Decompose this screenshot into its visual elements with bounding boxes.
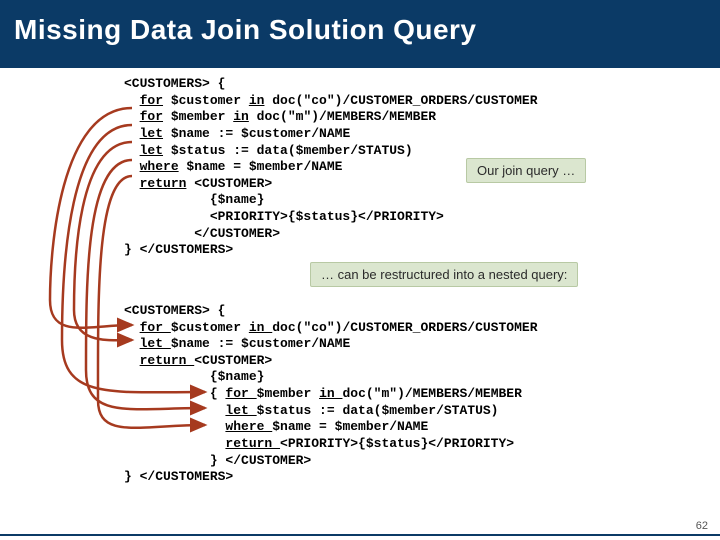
kw-for: for <box>140 109 163 124</box>
kw-let: let <box>140 143 163 158</box>
kw-in: in <box>249 320 272 335</box>
t: $name = $member/NAME <box>179 159 343 174</box>
t: $member <box>257 386 319 401</box>
t: $customer <box>171 320 249 335</box>
t: {$name} <box>124 192 264 207</box>
t: $status := data($member/STATUS) <box>163 143 413 158</box>
kw-in: in <box>319 386 342 401</box>
kw-return: return <box>225 436 280 451</box>
footer-divider <box>0 534 720 536</box>
t: $name := $customer/NAME <box>171 336 350 351</box>
t: $customer <box>163 93 249 108</box>
t: $name = $member/NAME <box>272 419 428 434</box>
t <box>124 126 140 141</box>
kw-for: for <box>140 320 171 335</box>
kw-where: where <box>140 159 179 174</box>
t: <CUSTOMER> <box>194 353 272 368</box>
t: <PRIORITY>{$status}</PRIORITY> <box>280 436 514 451</box>
t <box>124 159 140 174</box>
t: $status := data($member/STATUS) <box>257 403 499 418</box>
kw-in: in <box>249 93 265 108</box>
t: $name := $customer/NAME <box>163 126 350 141</box>
t: } </CUSTOMERS> <box>124 242 233 257</box>
code-block-original: <CUSTOMERS> { for $customer in doc("co")… <box>124 76 720 259</box>
slide-number: 62 <box>696 520 708 532</box>
t <box>124 109 140 124</box>
annotation-join-query: Our join query … <box>466 158 586 183</box>
t: doc("m")/MEMBERS/MEMBER <box>342 386 521 401</box>
t <box>124 419 225 434</box>
t: doc("co")/CUSTOMER_ORDERS/CUSTOMER <box>272 320 537 335</box>
t <box>124 403 225 418</box>
t <box>124 143 140 158</box>
kw-for: for <box>140 93 163 108</box>
t: { <box>124 386 225 401</box>
t: <CUSTOMER> <box>186 176 272 191</box>
t: } </CUSTOMER> <box>124 453 311 468</box>
t <box>124 336 140 351</box>
t: } </CUSTOMERS> <box>124 469 233 484</box>
t <box>124 320 140 335</box>
t: doc("m")/MEMBERS/MEMBER <box>249 109 436 124</box>
t: <PRIORITY>{$status}</PRIORITY> <box>124 209 444 224</box>
t: $member <box>163 109 233 124</box>
kw-let: let <box>225 403 256 418</box>
kw-for: for <box>225 386 256 401</box>
kw-let: let <box>140 336 171 351</box>
t <box>124 93 140 108</box>
kw-let: let <box>140 126 163 141</box>
kw-in: in <box>233 109 249 124</box>
annotation-restructured: … can be restructured into a nested quer… <box>310 262 578 287</box>
slide-title: Missing Data Join Solution Query <box>0 0 720 68</box>
t <box>124 353 140 368</box>
t <box>124 176 140 191</box>
t: <CUSTOMERS> { <box>124 76 225 91</box>
t: <CUSTOMERS> { <box>124 303 225 318</box>
t: </CUSTOMER> <box>124 226 280 241</box>
code-block-nested: <CUSTOMERS> { for $customer in doc("co")… <box>124 303 720 486</box>
t: {$name} <box>124 369 264 384</box>
kw-where: where <box>225 419 272 434</box>
kw-return: return <box>140 176 187 191</box>
t: doc("co")/CUSTOMER_ORDERS/CUSTOMER <box>264 93 537 108</box>
t <box>124 436 225 451</box>
kw-return: return <box>140 353 195 368</box>
